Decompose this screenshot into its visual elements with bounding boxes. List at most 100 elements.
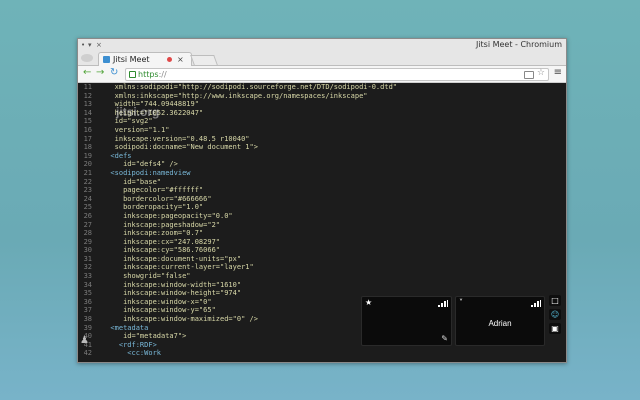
connection-bars-icon bbox=[531, 300, 541, 307]
moderator-star-icon: ★ bbox=[365, 298, 373, 307]
chat-icon[interactable]: □ bbox=[549, 295, 561, 306]
line-number: 42 bbox=[83, 349, 92, 358]
line-number: 24 bbox=[83, 194, 92, 203]
line-number: 21 bbox=[83, 168, 92, 177]
code-line: 24 bordercolor="#666666" bbox=[78, 195, 566, 204]
settings-icon[interactable]: ▣ bbox=[549, 323, 561, 334]
code-line: 27 inkscape:pageshadow="2" bbox=[78, 221, 566, 230]
window-minimize-icon[interactable]: ▾ bbox=[88, 39, 92, 51]
code-line: 29 inkscape:cx="247.08297" bbox=[78, 238, 566, 247]
code-line: 28 inkscape:zoom="0.7" bbox=[78, 229, 566, 238]
line-number: 20 bbox=[83, 160, 92, 169]
browser-window: • ▾ × Jitsi Meet - Chromium Jitsi Meet ×… bbox=[77, 38, 567, 363]
line-number: 23 bbox=[83, 186, 92, 195]
line-text: inkscape:document-units="px" bbox=[102, 254, 242, 263]
cast-icon[interactable] bbox=[524, 71, 534, 79]
line-number: 25 bbox=[83, 203, 92, 212]
code-line: 11 xmlns:sodipodi="http://sodipodi.sourc… bbox=[78, 83, 566, 92]
line-text: inkscape:window-height="974" bbox=[102, 289, 242, 298]
line-text: inkscape:window-x="0" bbox=[102, 297, 212, 306]
tab-bar: Jitsi Meet × bbox=[78, 51, 566, 66]
line-text: xmlns:inkscape="http://www.inkscape.org/… bbox=[102, 91, 368, 100]
participant-name: Adrian bbox=[488, 319, 512, 328]
line-text: inkscape:zoom="0.7" bbox=[102, 229, 204, 238]
contact-list-icon[interactable]: ☺ bbox=[549, 309, 561, 320]
line-text: pagecolor="#ffffff" bbox=[102, 186, 204, 195]
remote-menu-chevron-icon[interactable]: ˅ bbox=[459, 298, 463, 307]
code-line: 22 id="base" bbox=[78, 178, 566, 187]
line-number: 39 bbox=[83, 323, 92, 332]
line-number: 13 bbox=[83, 100, 92, 109]
line-number: 35 bbox=[83, 289, 92, 298]
remote-video-thumbnail[interactable]: ˅ Adrian bbox=[455, 296, 545, 346]
code-line: 18 sodipodi:docname="New document 1"> bbox=[78, 143, 566, 152]
code-line: 26 inkscape:pageopacity="0.0" bbox=[78, 212, 566, 221]
code-line: 30 inkscape:cy="586.76066" bbox=[78, 246, 566, 255]
tab-jitsi-meet[interactable]: Jitsi Meet × bbox=[98, 52, 192, 66]
line-text: <cc:Work bbox=[102, 349, 162, 358]
lock-icon bbox=[129, 71, 136, 78]
line-text: id="base" bbox=[102, 177, 162, 186]
user-avatar-icon: ♟ bbox=[80, 335, 89, 346]
local-video-thumbnail[interactable]: ★ ✎ bbox=[361, 296, 452, 346]
line-number: 11 bbox=[83, 83, 92, 91]
line-text: showgrid="false" bbox=[102, 272, 191, 281]
line-number: 16 bbox=[83, 125, 92, 134]
line-number: 14 bbox=[83, 108, 92, 117]
reload-icon[interactable]: ↻ bbox=[110, 67, 118, 78]
line-text: xmlns:sodipodi="http://sodipodi.sourcefo… bbox=[102, 83, 398, 91]
line-number: 22 bbox=[83, 177, 92, 186]
line-text: bordercolor="#666666" bbox=[102, 194, 212, 203]
shared-screen-content: 11 xmlns:sodipodi="http://sodipodi.sourc… bbox=[78, 83, 566, 362]
line-number: 28 bbox=[83, 229, 92, 238]
code-line: 33 showgrid="false" bbox=[78, 272, 566, 281]
line-number: 33 bbox=[83, 272, 92, 281]
line-text: <metadata bbox=[102, 323, 149, 332]
new-tab-button[interactable] bbox=[190, 55, 218, 65]
line-text: id="metadata7"> bbox=[102, 332, 187, 341]
url-text: https:// bbox=[138, 70, 167, 79]
line-text: version="1.1" bbox=[102, 125, 170, 134]
window-menu-icon[interactable]: • bbox=[81, 39, 85, 51]
code-line: 21 <sodipodi:namedview bbox=[78, 169, 566, 178]
profile-icon[interactable] bbox=[81, 54, 93, 62]
line-number: 17 bbox=[83, 134, 92, 143]
line-number: 38 bbox=[83, 315, 92, 324]
code-line: 23 pagecolor="#ffffff" bbox=[78, 186, 566, 195]
address-bar[interactable]: https:// ☆ bbox=[125, 68, 549, 81]
browser-toolbar: ← → ↻ https:// ☆ ≡ bbox=[78, 66, 566, 83]
line-text: borderopacity="1.0" bbox=[102, 203, 204, 212]
line-text: inkscape:pageopacity="0.0" bbox=[102, 211, 233, 220]
line-number: 32 bbox=[83, 263, 92, 272]
code-line: 20 id="defs4" /> bbox=[78, 160, 566, 169]
line-number: 30 bbox=[83, 246, 92, 255]
line-text: inkscape:pageshadow="2" bbox=[102, 220, 221, 229]
chrome-menu-icon[interactable]: ≡ bbox=[554, 67, 562, 78]
connection-bars-icon bbox=[438, 300, 448, 307]
code-line: 34 inkscape:window-width="1610" bbox=[78, 281, 566, 290]
line-number: 18 bbox=[83, 143, 92, 152]
line-text: inkscape:version="0.48.5 r10040" bbox=[102, 134, 250, 143]
code-line: 16 version="1.1" bbox=[78, 126, 566, 135]
line-text: <defs bbox=[102, 151, 132, 160]
line-number: 19 bbox=[83, 151, 92, 160]
line-text: <sodipodi:namedview bbox=[102, 168, 191, 177]
line-number: 27 bbox=[83, 220, 92, 229]
code-line: 25 borderopacity="1.0" bbox=[78, 203, 566, 212]
code-line: 19 <defs bbox=[78, 152, 566, 161]
edit-name-icon[interactable]: ✎ bbox=[441, 334, 448, 343]
line-number: 36 bbox=[83, 297, 92, 306]
line-number: 37 bbox=[83, 306, 92, 315]
line-text: inkscape:cy="586.76066" bbox=[102, 246, 221, 255]
line-number: 29 bbox=[83, 237, 92, 246]
window-close-icon[interactable]: × bbox=[96, 39, 102, 51]
code-line: 32 inkscape:current-layer="layer1" bbox=[78, 263, 566, 272]
line-text: sodipodi:docname="New document 1"> bbox=[102, 143, 258, 152]
recording-indicator-icon bbox=[167, 57, 172, 62]
line-text: inkscape:window-maximized="0" /> bbox=[102, 315, 258, 324]
bookmark-star-icon[interactable]: ☆ bbox=[537, 68, 545, 79]
back-arrow-icon[interactable]: ← bbox=[83, 67, 91, 78]
forward-arrow-icon[interactable]: → bbox=[96, 67, 104, 78]
tab-close-icon[interactable]: × bbox=[177, 53, 184, 66]
line-text: inkscape:window-y="65" bbox=[102, 306, 216, 315]
